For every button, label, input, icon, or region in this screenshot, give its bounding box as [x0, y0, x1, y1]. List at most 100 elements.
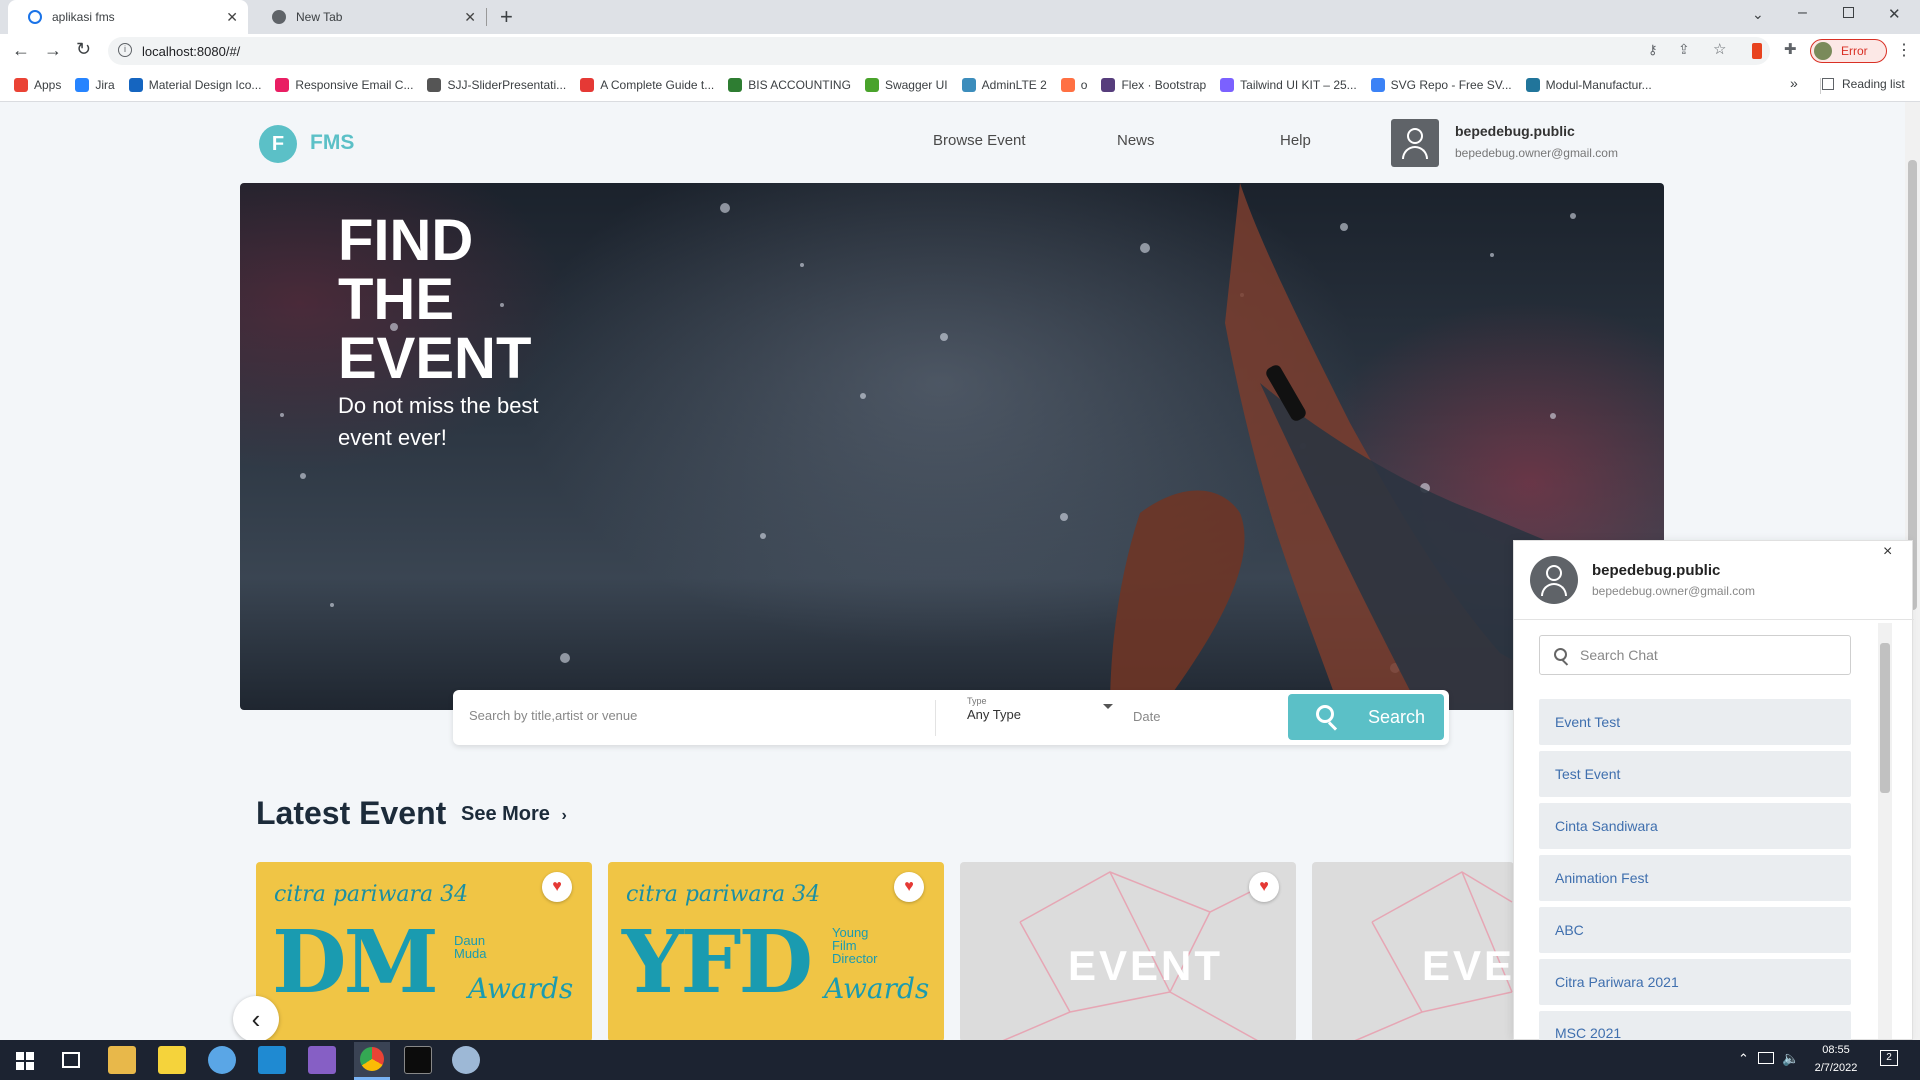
- date-input[interactable]: Date: [1133, 709, 1160, 724]
- close-tab-icon[interactable]: ✕: [226, 9, 238, 26]
- more-bookmarks-button[interactable]: »: [1790, 75, 1798, 91]
- chat-room-item[interactable]: Event Test: [1539, 699, 1851, 745]
- profile-error-button[interactable]: Error: [1810, 39, 1887, 63]
- address-bar[interactable]: i localhost:8080/#/ ⚷ ⇪ ☆: [108, 37, 1770, 65]
- chrome-taskbar-item[interactable]: [354, 1042, 390, 1080]
- bokeh-light: [330, 603, 334, 607]
- terminal-icon[interactable]: [404, 1046, 432, 1074]
- search-button[interactable]: Search: [1288, 694, 1444, 740]
- bookmark-item[interactable]: Swagger UI: [864, 78, 948, 92]
- bookmark-item[interactable]: Tailwind UI KIT – 25...: [1220, 78, 1357, 92]
- tray-chevron-icon[interactable]: ⌃: [1738, 1051, 1749, 1067]
- notification-icon[interactable]: 2: [1880, 1050, 1898, 1066]
- bookmark-item[interactable]: BIS ACCOUNTING: [728, 78, 851, 92]
- event-card[interactable]: citra pariwara 34 YFD Young Film Directo…: [608, 862, 944, 1042]
- chat-search-input[interactable]: Search Chat: [1539, 635, 1851, 675]
- bookmark-item[interactable]: A Complete Guide t...: [580, 78, 714, 92]
- app-icon[interactable]: [208, 1046, 236, 1074]
- restore-button[interactable]: [1843, 7, 1854, 18]
- bookmark-item[interactable]: Flex · Bootstrap: [1101, 78, 1206, 92]
- tab-new-tab[interactable]: New Tab ✕: [252, 0, 486, 34]
- logo-icon[interactable]: F: [259, 125, 297, 163]
- minimize-button[interactable]: –: [1798, 4, 1807, 22]
- forward-arrow-icon[interactable]: →: [44, 40, 62, 61]
- extension-icon[interactable]: [1752, 43, 1762, 59]
- visual-studio-icon[interactable]: [308, 1046, 336, 1074]
- bookmark-favicon-icon: [728, 78, 743, 92]
- bookmark-favicon-icon: [427, 78, 442, 92]
- carousel-prev-button[interactable]: ‹: [233, 996, 279, 1042]
- favorite-heart-icon[interactable]: ♥: [542, 872, 572, 902]
- favorite-heart-icon[interactable]: ♥: [894, 872, 924, 902]
- bookmark-item[interactable]: SVG Repo - Free SV...: [1370, 78, 1512, 92]
- bookmark-star-icon[interactable]: ☆: [1713, 40, 1726, 58]
- clock-date[interactable]: 2/7/2022: [1806, 1062, 1866, 1074]
- see-more-link[interactable]: See More ›: [461, 803, 567, 826]
- key-icon[interactable]: ⚷: [1648, 42, 1658, 58]
- chat-divider: [1514, 619, 1914, 620]
- app-icon[interactable]: [452, 1046, 480, 1074]
- header-user-name[interactable]: bepedebug.public: [1455, 123, 1575, 139]
- event-awards-text: Awards: [824, 972, 930, 1005]
- reading-list-icon: [1822, 78, 1834, 90]
- reading-list-button[interactable]: Reading list: [1822, 77, 1905, 91]
- sticky-notes-icon[interactable]: [158, 1046, 186, 1074]
- vscode-icon[interactable]: [258, 1046, 286, 1074]
- close-window-button[interactable]: ✕: [1888, 5, 1901, 23]
- event-card[interactable]: EVEN: [1312, 862, 1514, 1042]
- event-card[interactable]: citra pariwara 34 DM Daun Muda Awards ♥: [256, 862, 592, 1042]
- chat-room-item[interactable]: Test Event: [1539, 751, 1851, 797]
- chat-room-item[interactable]: Cinta Sandiwara: [1539, 803, 1851, 849]
- logo-text[interactable]: FMS: [310, 131, 354, 155]
- clock-time[interactable]: 08:55: [1806, 1044, 1866, 1056]
- tab-search-icon[interactable]: ⌄: [1752, 6, 1764, 23]
- url-text: localhost:8080/#/: [142, 44, 241, 59]
- nav-browse-event[interactable]: Browse Event: [933, 132, 1026, 149]
- chat-room-item[interactable]: MSC 2021: [1539, 1011, 1851, 1041]
- search-icon-handle: [1327, 721, 1338, 731]
- reload-icon[interactable]: ↻: [76, 39, 91, 60]
- chat-scrollbar[interactable]: [1878, 623, 1892, 1039]
- bookmark-item[interactable]: SJJ-SliderPresentati...: [427, 78, 566, 92]
- type-select[interactable]: Type Any Type: [967, 696, 1117, 736]
- bookmark-item[interactable]: Responsive Email C...: [275, 78, 413, 92]
- nav-news[interactable]: News: [1117, 132, 1155, 149]
- info-icon[interactable]: i: [118, 43, 132, 57]
- keyword-search-input[interactable]: Search by title,artist or venue: [469, 708, 637, 723]
- volume-icon[interactable]: 🔈: [1782, 1050, 1799, 1067]
- file-explorer-icon[interactable]: [108, 1046, 136, 1074]
- nav-help[interactable]: Help: [1280, 132, 1311, 149]
- chat-room-item[interactable]: ABC: [1539, 907, 1851, 953]
- bookmark-item[interactable]: Apps: [14, 78, 61, 92]
- network-icon[interactable]: [1758, 1052, 1774, 1064]
- favorite-heart-icon[interactable]: ♥: [1249, 872, 1279, 902]
- dropdown-arrow-icon: [1103, 704, 1113, 709]
- chevron-right-icon: ›: [561, 807, 567, 824]
- hero-title-line: THE: [338, 267, 454, 332]
- bookmark-label: Jira: [95, 78, 115, 92]
- bookmark-item[interactable]: Material Design Ico...: [128, 78, 261, 92]
- bookmark-item[interactable]: Jira: [75, 78, 115, 92]
- back-arrow-icon[interactable]: ←: [12, 40, 30, 61]
- chat-room-item[interactable]: Citra Pariwara 2021: [1539, 959, 1851, 1005]
- bookmark-label: SVG Repo - Free SV...: [1390, 78, 1512, 92]
- close-icon[interactable]: ×: [1883, 543, 1892, 561]
- tab-aplikasi-fms[interactable]: aplikasi fms ✕: [8, 0, 248, 34]
- see-more-label: See More: [461, 803, 550, 825]
- windows-start-icon[interactable]: [16, 1052, 34, 1070]
- new-tab-button[interactable]: +: [500, 4, 513, 30]
- share-icon[interactable]: ⇪: [1678, 41, 1690, 58]
- chat-scrollbar-thumb[interactable]: [1880, 643, 1890, 793]
- person-head-icon: [1546, 565, 1562, 581]
- close-tab-icon[interactable]: ✕: [464, 9, 476, 26]
- bookmark-item[interactable]: o: [1060, 78, 1087, 92]
- task-view-icon[interactable]: [62, 1052, 80, 1068]
- event-logo-text: citra pariwara 34: [626, 882, 821, 907]
- browser-menu-icon[interactable]: ⋮: [1896, 40, 1912, 60]
- bookmark-item[interactable]: AdminLTE 2: [961, 78, 1047, 92]
- user-avatar[interactable]: [1391, 119, 1439, 167]
- event-card[interactable]: EVENT ♥: [960, 862, 1296, 1042]
- chat-room-item[interactable]: Animation Fest: [1539, 855, 1851, 901]
- bookmark-item[interactable]: Modul-Manufactur...: [1525, 78, 1652, 92]
- extensions-puzzle-icon[interactable]: ✚: [1784, 40, 1797, 58]
